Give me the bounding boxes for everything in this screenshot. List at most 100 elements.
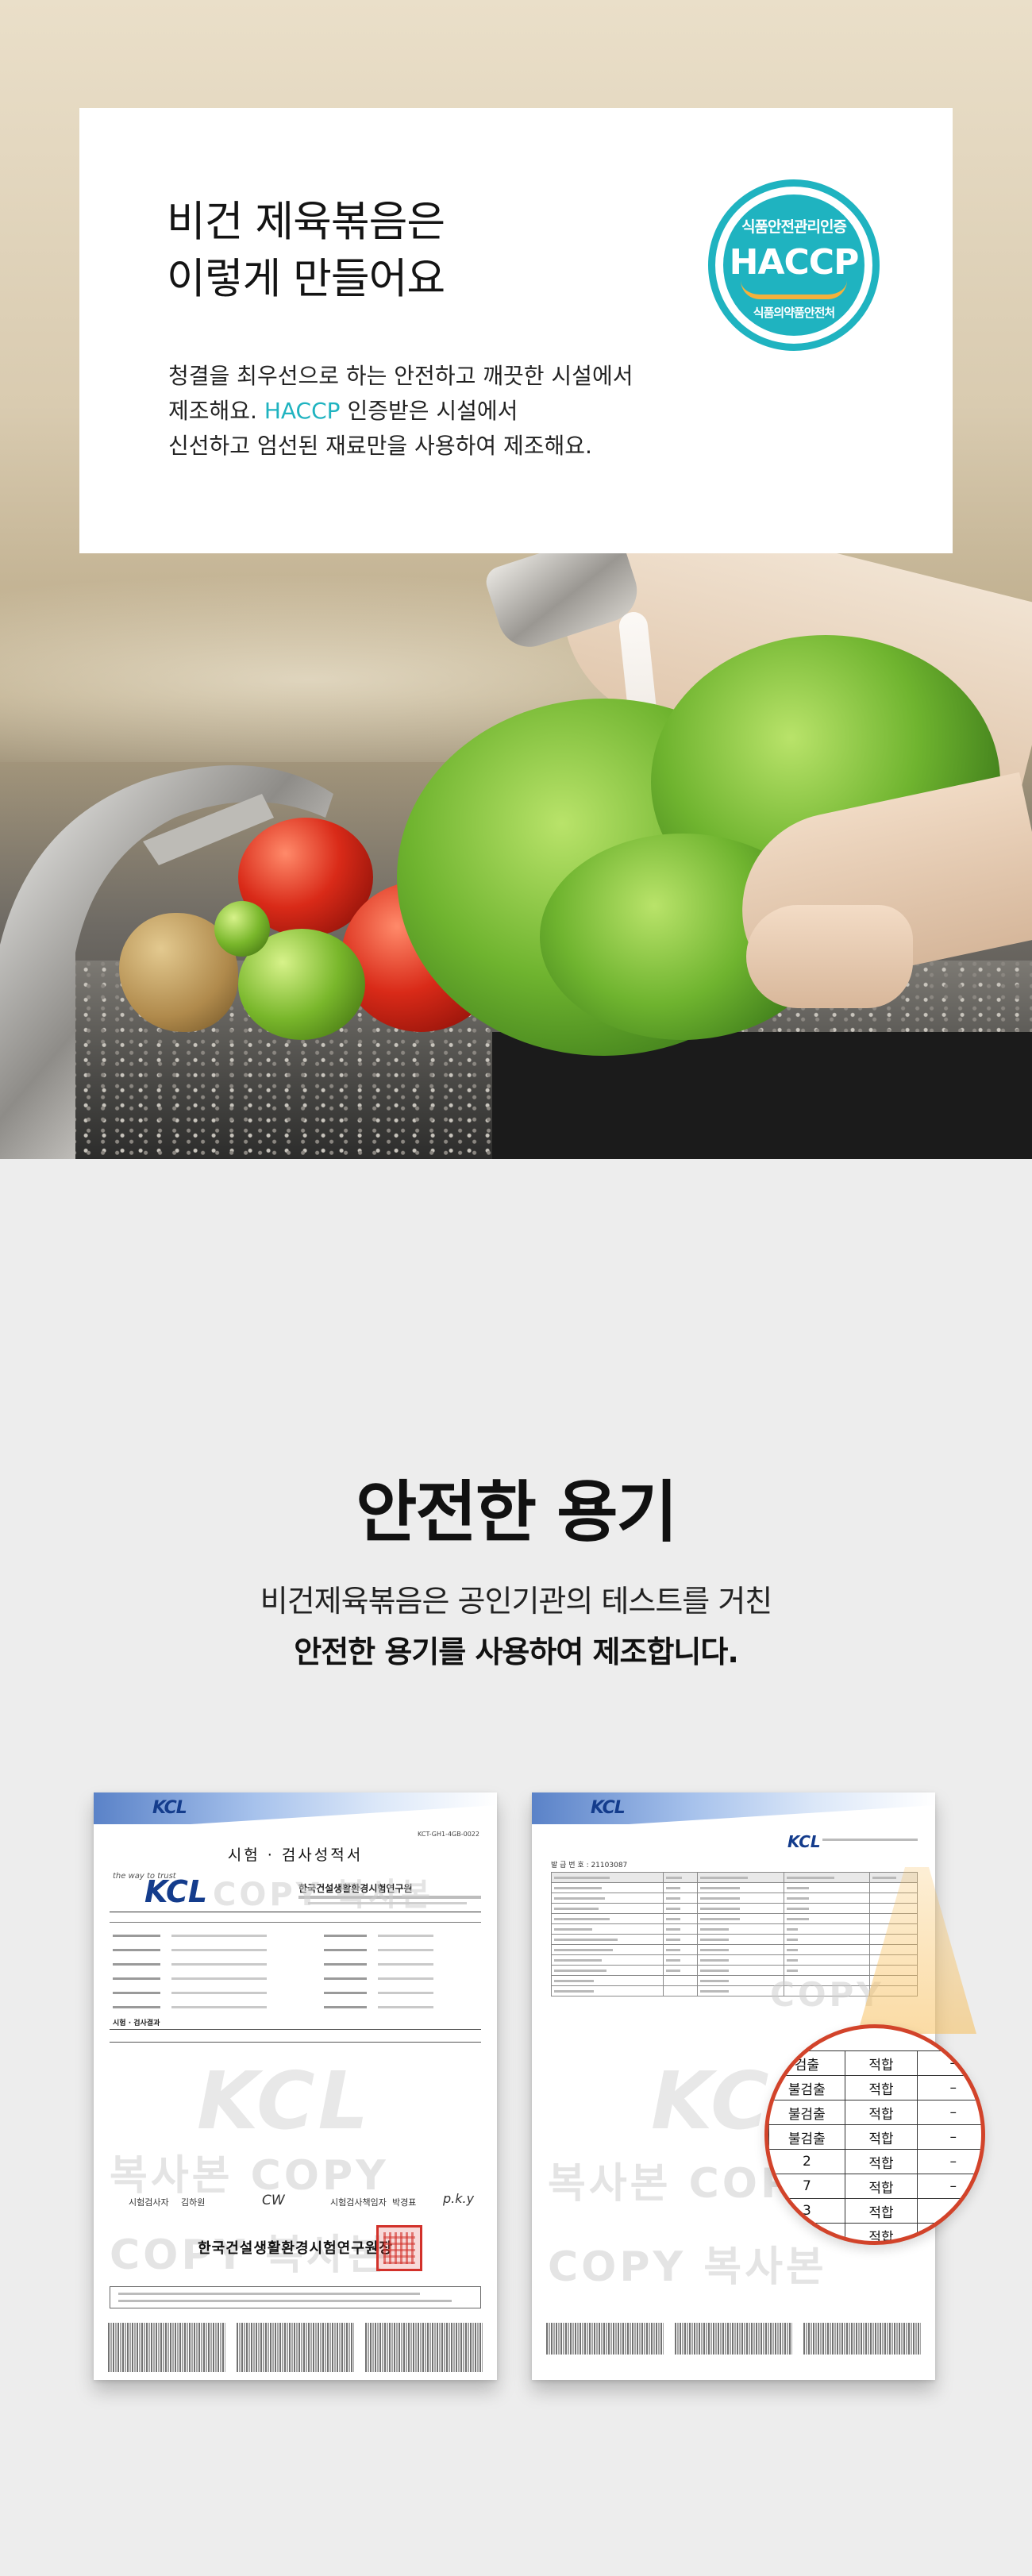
- judgement-cell: 적합: [844, 2149, 918, 2174]
- table-row: [551, 1923, 918, 1935]
- haccp-card-title: 비건 제육볶음은 이렇게 만들어요: [167, 194, 445, 308]
- haccp-certification-badge: 식품안전관리인증 HACCP 식품의약품안전처: [708, 179, 880, 351]
- kcl-org-line: [822, 1839, 918, 1841]
- title-line: 비건 제육볶음은: [167, 198, 445, 246]
- kcl-logo: KCL: [152, 1798, 187, 1818]
- remark-cell: –: [917, 2149, 981, 2174]
- certificate-result-section: 시험 · 검사결과: [113, 2020, 160, 2027]
- certificate-field-row: [113, 1988, 478, 1998]
- magnified-row: 불검출 적합 –: [768, 2075, 981, 2100]
- kcl-big-logo: KCL: [144, 1874, 208, 1909]
- remark-cell: –: [917, 2124, 981, 2150]
- judgement-cell: 적합: [844, 2050, 918, 2076]
- kcl-logo: KCL: [591, 1798, 626, 1818]
- security-pattern: [108, 2323, 225, 2372]
- certificate-notes: [110, 2286, 481, 2308]
- approver-name: 박경표: [392, 2197, 417, 2208]
- copy-watermark: 복사본 COPY: [110, 2152, 389, 2200]
- remark-cell: –: [917, 2174, 981, 2199]
- result-value-cell: 7: [768, 2174, 845, 2199]
- badge-main-text: HACCP: [729, 242, 860, 283]
- kcl-watermark: KCL: [197, 2054, 372, 2147]
- table-row: [551, 1882, 918, 1893]
- judgement-cell: 적합: [844, 2100, 918, 2125]
- magnified-row: 2 적합 –: [768, 2149, 981, 2174]
- badge-swoosh: [741, 280, 847, 299]
- description-text: 인증받은 시설에서: [340, 398, 518, 424]
- certificate-field-row: [113, 1931, 478, 1941]
- copy-watermark: COPY 복사본: [213, 1877, 433, 1913]
- certificate-field-row: [113, 1945, 478, 1955]
- kcl-brand-logo: the way to trust KCL: [113, 1872, 224, 1909]
- description-line: 제조해요. HACCP 인증받은 시설에서: [168, 394, 633, 429]
- badge-top-text: 식품안전관리인증: [741, 218, 847, 236]
- certificate-divider: [110, 2042, 481, 2043]
- photo-hand: [746, 905, 913, 1008]
- description-line: 청결을 최우선으로 하는 안전하고 깨끗한 시설에서: [168, 363, 633, 389]
- table-header-row: [551, 1872, 918, 1883]
- test-certificate-left: KCL KCT-GH1-4GB-0022 시험 · 검사성적서 the way …: [94, 1792, 497, 2380]
- table-row: [551, 1913, 918, 1924]
- result-value-cell: 불검출: [768, 2124, 845, 2150]
- description-text: 제조해요.: [168, 398, 264, 424]
- remark-cell: –: [917, 2050, 981, 2076]
- remark-cell: –: [917, 2100, 981, 2125]
- safe-container-subtitle-bold: 안전한 용기를 사용하여 제조합니다.: [294, 1635, 739, 1669]
- judgement-cell: 적합: [844, 2124, 918, 2150]
- tester-name: 김하원: [181, 2197, 206, 2208]
- magnified-result-table: 검출 적합 – 불검출 적합 – 불검출 적합 – 불검출 적합 –2 적합 –7 적합 –3 적합 – 적합: [768, 2050, 981, 2241]
- safe-container-subtitle: 비건제육볶음은 공인기관의 테스트를 거친: [260, 1584, 773, 1619]
- badge-bottom-text: 식품의약품안전처: [753, 306, 835, 320]
- table-row: [551, 1954, 918, 1966]
- security-pattern: [803, 2323, 921, 2355]
- description-line: 신선하고 엄선된 재료만을 사용하여 제조해요.: [168, 433, 592, 459]
- magnified-row: 불검출 적합 –: [768, 2100, 981, 2125]
- copy-watermark: COPY 복사본: [548, 2243, 827, 2291]
- tester-label: 시험검사자: [129, 2197, 169, 2208]
- magnified-row: 검출 적합 –: [768, 2050, 981, 2076]
- approver-signature: p.k.y: [443, 2191, 475, 2206]
- result-value-cell: 불검출: [768, 2075, 845, 2100]
- note-line: [118, 2300, 452, 2302]
- security-pattern: [546, 2323, 664, 2355]
- remark-cell: –: [917, 2198, 981, 2224]
- judgement-cell: 적합: [844, 2075, 918, 2100]
- table-row: [551, 1903, 918, 1914]
- result-value-cell: 검출: [768, 2050, 845, 2076]
- result-magnifier: 검출 적합 – 불검출 적합 – 불검출 적합 – 불검출 적합 –2 적합 –7 적합 –3 적합 – 적합: [764, 2024, 985, 2245]
- security-pattern: [237, 2323, 354, 2372]
- haccp-info-card: 비건 제육볶음은 이렇게 만들어요 청결을 최우선으로 하는 안전하고 깨끗한 …: [79, 108, 953, 553]
- certificate-issue-number: 발 급 번 호 : 21103087: [551, 1862, 628, 1869]
- table-row: [551, 1965, 918, 1976]
- kcl-small-logo: KCL: [787, 1832, 821, 1851]
- table-row: [551, 1893, 918, 1904]
- security-pattern: [365, 2323, 483, 2372]
- official-seal-stamp: [376, 2225, 422, 2271]
- judgement-cell: 적합: [844, 2174, 918, 2199]
- certificate-heading: 시험 · 검사성적서: [227, 1846, 364, 1864]
- certificate-field-row: [113, 1959, 478, 1970]
- result-value-cell: 3: [768, 2198, 845, 2224]
- badge-inner-circle: 식품안전관리인증 HACCP 식품의약품안전처: [723, 194, 864, 336]
- certificate-institute: 한국건설생활환경시험연구원장: [198, 2240, 393, 2257]
- result-value-cell: 불검출: [768, 2100, 845, 2125]
- approver-label: 시험검사책임자: [330, 2197, 387, 2208]
- certificate-field-row: [113, 1973, 478, 1984]
- tester-signature: CW: [262, 2193, 285, 2208]
- note-line: [118, 2293, 420, 2295]
- title-line: 이렇게 만들어요: [167, 255, 445, 303]
- certificate-number: KCT-GH1-4GB-0022: [418, 1831, 479, 1838]
- safe-container-title: 안전한 용기: [356, 1473, 678, 1551]
- security-pattern: [675, 2323, 792, 2355]
- haccp-card-description: 청결을 최우선으로 하는 안전하고 깨끗한 시설에서 제조해요. HACCP 인…: [168, 359, 633, 464]
- result-value-cell: 2: [768, 2149, 845, 2174]
- judgement-cell: 적합: [844, 2198, 918, 2224]
- photo-lime: [214, 901, 270, 957]
- remark-cell: –: [917, 2075, 981, 2100]
- table-row: [551, 1944, 918, 1955]
- haccp-highlight: HACCP: [264, 398, 341, 424]
- magnified-row: 불검출 적합 –: [768, 2124, 981, 2150]
- table-row: [551, 1934, 918, 1945]
- magnified-row: 7 적합 –: [768, 2174, 981, 2199]
- certificate-field-row: [113, 2002, 478, 2012]
